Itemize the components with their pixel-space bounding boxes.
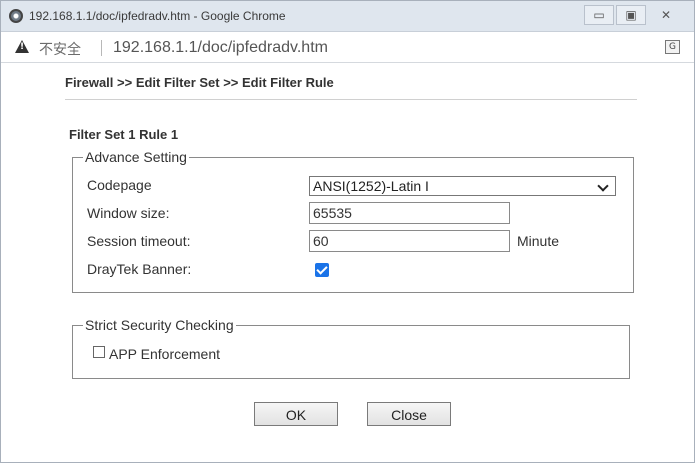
close-window-button[interactable]: ✕ xyxy=(648,5,684,25)
window-size-input[interactable] xyxy=(309,202,510,224)
codepage-selected-value: ANSI(1252)-Latin I xyxy=(313,178,429,194)
address-bar[interactable]: 不安全 192.168.1.1/doc/ipfedradv.htm G xyxy=(1,32,694,63)
chrome-icon xyxy=(9,9,23,23)
window-title: 192.168.1.1/doc/ipfedradv.htm - Google C… xyxy=(29,9,286,23)
security-label[interactable]: 不安全 xyxy=(39,39,81,59)
window-controls: ▭ ▣ ✕ xyxy=(584,5,684,25)
url-text[interactable]: 192.168.1.1/doc/ipfedradv.htm xyxy=(113,39,328,57)
advance-setting-legend: Advance Setting xyxy=(85,149,187,165)
page-content: Firewall >> Edit Filter Set >> Edit Filt… xyxy=(1,63,694,462)
ok-button[interactable]: OK xyxy=(254,402,338,426)
title-bar[interactable]: 192.168.1.1/doc/ipfedradv.htm - Google C… xyxy=(1,1,694,32)
strict-security-legend: Strict Security Checking xyxy=(85,317,234,333)
app-enforcement-checkbox[interactable] xyxy=(93,346,105,358)
browser-window: 192.168.1.1/doc/ipfedradv.htm - Google C… xyxy=(0,0,695,463)
draytek-banner-label: DrayTek Banner: xyxy=(87,261,192,277)
minimize-button[interactable]: ▭ xyxy=(584,5,614,25)
window-size-label: Window size: xyxy=(87,205,170,221)
chevron-down-icon xyxy=(597,180,609,192)
maximize-button[interactable]: ▣ xyxy=(616,5,646,25)
codepage-label: Codepage xyxy=(87,177,152,193)
session-timeout-label: Session timeout: xyxy=(87,233,191,249)
draytek-banner-checkbox[interactable] xyxy=(315,263,329,277)
header-divider xyxy=(65,99,637,100)
minute-unit-label: Minute xyxy=(517,233,560,249)
breadcrumb: Firewall >> Edit Filter Set >> Edit Filt… xyxy=(65,75,334,90)
close-button[interactable]: Close xyxy=(367,402,451,426)
translate-icon[interactable]: G xyxy=(665,40,680,54)
page-title: Filter Set 1 Rule 1 xyxy=(69,127,179,142)
codepage-select[interactable]: ANSI(1252)-Latin I xyxy=(309,176,616,196)
address-separator xyxy=(101,40,102,56)
warning-icon[interactable] xyxy=(15,40,29,53)
app-enforcement-label[interactable]: APP Enforcement xyxy=(109,346,220,362)
session-timeout-input[interactable] xyxy=(309,230,510,252)
